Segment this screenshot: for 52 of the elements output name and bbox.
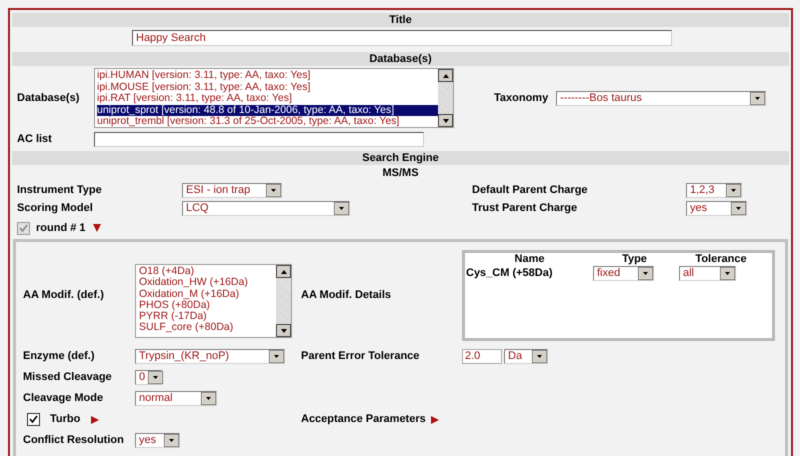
dropdown-arrow-icon[interactable] (720, 267, 735, 280)
field-label: Enzyme (def.) (23, 350, 95, 362)
dropdown[interactable]: yes (686, 200, 747, 216)
subheader: MS/MS (381, 166, 420, 181)
field-label: Scoring Model (17, 202, 93, 214)
list-option[interactable]: ipi.HUMAN [version: 3.11, type: AA, taxo: Yes] (97, 70, 438, 82)
section-header: Title (12, 13, 789, 27)
dropdown-arrow-icon[interactable] (148, 371, 164, 384)
column-header: Name (514, 252, 546, 266)
field-label: Conflict Resolution (23, 434, 124, 446)
title-input[interactable]: Happy Search (132, 30, 672, 46)
field-label: AC list (17, 132, 52, 145)
field-label: Trust Parent Charge (472, 202, 578, 214)
field-label: Missed Cleavage (23, 371, 112, 384)
dropdown-arrow-icon[interactable] (266, 184, 281, 196)
field-label: Default Parent Charge (472, 184, 588, 196)
field-label: Parent Error Tolerance (301, 350, 420, 362)
field-label: AA Modif. (def.) (23, 288, 104, 301)
ac-list-input[interactable] (94, 132, 424, 146)
dropdown-arrow-icon[interactable] (638, 267, 653, 280)
dropdown[interactable]: ESI - ion trap (182, 182, 282, 198)
field-label: Cleavage Mode (23, 392, 104, 404)
dropdown[interactable]: 1,2,3 (686, 182, 742, 198)
list-option[interactable]: uniprot_sprot [version: 48.8 of 10-Jan-2006, type: AA, taxo: Yes] (97, 104, 438, 116)
column-header: Type (621, 252, 648, 266)
field-label: Taxonomy (494, 92, 548, 104)
table-cell-text: Cys_CM (+58Da) (466, 266, 554, 282)
dropdown-arrow-icon[interactable] (201, 392, 216, 405)
field-label: Database(s) (17, 92, 80, 104)
list-option[interactable]: uniprot_trembl [version: 31.3 of 25-Oct-2005, type: AA, taxo: Yes] (97, 116, 438, 127)
field-label: Instrument Type (17, 184, 102, 196)
field-label: round # 1 (36, 222, 86, 234)
dropdown-arrow-icon[interactable] (750, 92, 765, 104)
field-label: AA Modif. Details (301, 288, 392, 301)
list-option[interactable]: ipi.RAT [version: 3.11, type: AA, taxo: Yes] (97, 93, 438, 104)
dropdown[interactable]: LCQ (182, 200, 350, 216)
list-option[interactable]: ipi.MOUSE [version: 3.11, type: AA, taxo: Yes] (97, 82, 438, 93)
scrollbar[interactable] (276, 265, 291, 337)
database-listbox[interactable] (94, 68, 454, 128)
dropdown-arrow-icon[interactable] (269, 350, 284, 362)
column-header: Tolerance (694, 252, 748, 266)
dropdown-arrow-icon[interactable] (164, 434, 179, 447)
field-label: Acceptance Parameters (301, 413, 426, 426)
dropdown-arrow-icon[interactable] (334, 202, 349, 214)
dropdown-arrow-icon[interactable] (532, 350, 547, 362)
section-header: Database(s) (12, 52, 789, 66)
taxonomy-dropdown[interactable]: --------Bos taurus (556, 90, 766, 106)
dropdown-arrow-icon[interactable] (726, 184, 741, 196)
section-header: Search Engine (12, 151, 789, 165)
dropdown-arrow-icon[interactable] (731, 202, 746, 214)
field-label: Turbo (50, 413, 80, 426)
scrollbar[interactable] (438, 69, 453, 127)
